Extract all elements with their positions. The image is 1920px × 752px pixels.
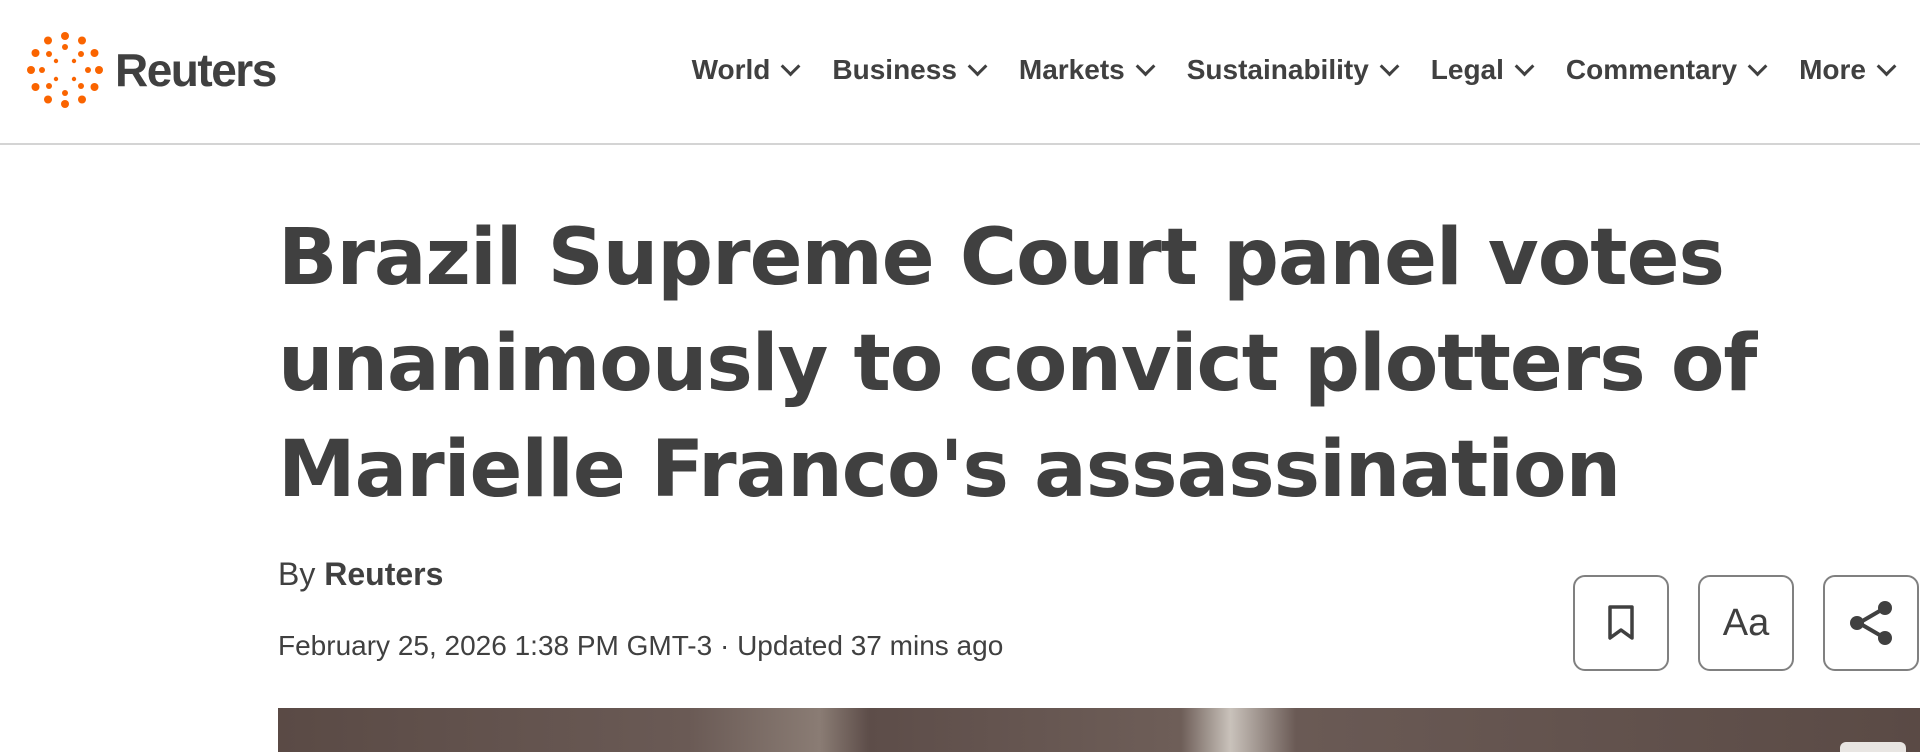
- chevron-down-icon: [967, 56, 988, 77]
- nav-item-label: More: [1799, 54, 1866, 85]
- chevron-down-icon: [1379, 56, 1400, 77]
- nav-item-label: Business: [832, 54, 957, 85]
- nav-item-sustainability[interactable]: Sustainability: [1186, 54, 1400, 86]
- nav-item-label: Legal: [1430, 54, 1504, 85]
- share-icon: [1850, 601, 1892, 645]
- bookmark-button[interactable]: [1573, 575, 1669, 671]
- site-header: Reuters World Business Markets Sustainab…: [0, 0, 1920, 145]
- text-size-label: Aa: [1722, 601, 1770, 644]
- headline-line: unanimously to convict plotters of: [278, 319, 1757, 409]
- image-badge: [1840, 742, 1906, 752]
- main-nav: World Business Markets Sustainability Le…: [691, 46, 1897, 94]
- nav-item-commentary[interactable]: Commentary: [1565, 54, 1768, 86]
- share-button[interactable]: [1823, 575, 1919, 671]
- article-dateline: February 25, 2026 1:38 PM GMT-3 · Update…: [278, 630, 1004, 661]
- article-hero-image: [278, 708, 1920, 752]
- reuters-logo[interactable]: Reuters: [27, 32, 277, 108]
- nav-item-label: Commentary: [1565, 54, 1738, 85]
- nav-item-world[interactable]: World: [691, 54, 801, 86]
- nav-item-business[interactable]: Business: [832, 54, 988, 86]
- chevron-down-icon: [781, 56, 801, 77]
- nav-item-legal[interactable]: Legal: [1430, 54, 1535, 86]
- chevron-down-icon: [1876, 56, 1897, 77]
- nav-item-more[interactable]: More: [1799, 54, 1897, 86]
- headline-line: Marielle Franco's assassination: [278, 425, 1621, 515]
- headline-line: Brazil Supreme Court panel votes: [278, 213, 1725, 303]
- nav-item-label: Markets: [1018, 54, 1125, 85]
- nav-item-markets[interactable]: Markets: [1018, 54, 1156, 86]
- byline: By Reuters: [278, 556, 443, 593]
- chevron-down-icon: [1514, 56, 1535, 77]
- logo-wordmark: Reuters: [115, 44, 277, 96]
- byline-author-link[interactable]: Reuters: [324, 556, 443, 592]
- reuters-logo-icon: [27, 32, 103, 108]
- chevron-down-icon: [1135, 56, 1156, 77]
- nav-item-label: World: [691, 54, 771, 85]
- bookmark-icon: [1608, 605, 1634, 640]
- nav-item-label: Sustainability: [1186, 54, 1369, 85]
- article-headline: Brazil Supreme Court panel votes unanimo…: [278, 205, 1757, 523]
- byline-prefix: By: [278, 556, 316, 592]
- text-size-button[interactable]: Aa: [1698, 575, 1794, 671]
- chevron-down-icon: [1747, 56, 1768, 77]
